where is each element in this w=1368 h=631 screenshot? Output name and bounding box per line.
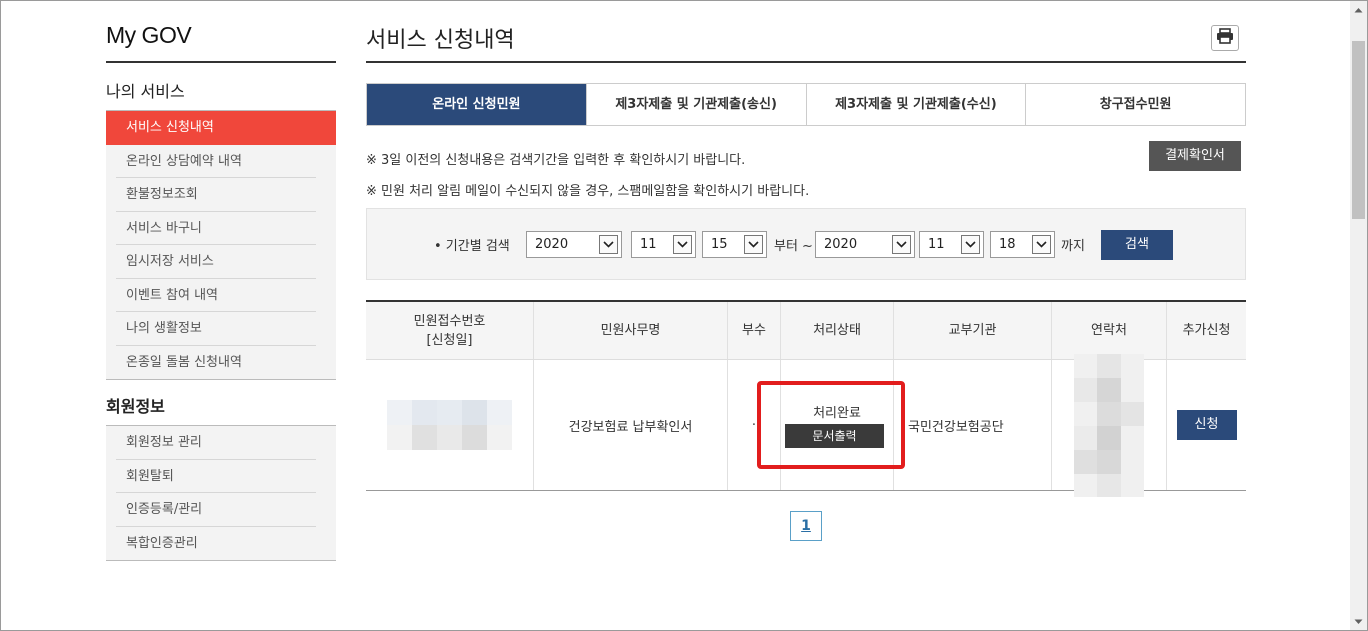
sidebar-item-event-history[interactable]: 이벤트 참여 내역 — [106, 279, 336, 313]
to-label: 까지 — [1061, 239, 1085, 254]
col-header-service-name: 민원사무명 — [533, 302, 727, 359]
from-day-value: 15 — [711, 237, 728, 252]
sidebar-item-cert-register[interactable]: 인증등록/관리 — [106, 493, 336, 527]
cell-agency: 국민건강보험공단 — [893, 360, 1051, 490]
print-button[interactable] — [1211, 25, 1239, 51]
sidebar-item-multi-auth[interactable]: 복합인증관리 — [106, 527, 336, 561]
tab-bar: 온라인 신청민원 제3자제출 및 기관제출(송신) 제3자제출 및 기관제출(수… — [366, 83, 1246, 126]
from-month-select[interactable]: 11 — [631, 231, 696, 258]
scroll-up-icon[interactable] — [1350, 1, 1367, 18]
col-header-status: 처리상태 — [780, 302, 893, 359]
sidebar-item-consult-reservation[interactable]: 온라인 상담예약 내역 — [106, 145, 336, 179]
cell-additional: 신청 — [1166, 360, 1246, 490]
sidebar-item-temp-saved[interactable]: 임시저장 서비스 — [106, 245, 336, 279]
to-year-select[interactable]: 2020 — [815, 231, 915, 258]
notice-spam: ※ 민원 처리 알림 메일이 수신되지 않을 경우, 스팸메일함을 확인하시기 … — [366, 184, 810, 199]
sidebar-item-member-manage[interactable]: 회원정보 관리 — [106, 426, 336, 460]
scroll-down-icon[interactable] — [1350, 613, 1367, 630]
col-header-copies: 부수 — [727, 302, 780, 359]
member-info-menu: 회원정보 관리 회원탈퇴 인증등록/관리 복합인증관리 — [106, 425, 336, 561]
to-year-value: 2020 — [824, 237, 858, 252]
sidebar-item-service-basket[interactable]: 서비스 바구니 — [106, 212, 336, 246]
tab-online-petition[interactable]: 온라인 신청민원 — [367, 84, 586, 125]
col-header-receipt-no-label: 민원접수번호 — [413, 313, 486, 329]
notice-period: ※ 3일 이전의 신청내용은 검색기간을 입력한 후 확인하시기 바랍니다. — [366, 153, 746, 168]
vertical-scrollbar[interactable] — [1350, 1, 1367, 630]
table-header: 민원접수번호 [신청일] 민원사무명 부수 처리상태 교부기관 연락처 추가신청 — [366, 302, 1246, 360]
sidebar-item-life-info[interactable]: 나의 생활정보 — [106, 312, 336, 346]
tab-counter-petition[interactable]: 창구접수민원 — [1025, 84, 1245, 125]
page-title: 서비스 신청내역 — [366, 28, 515, 53]
cell-contact — [1051, 353, 1166, 497]
from-label: 부터 ~ — [774, 239, 813, 254]
to-month-select[interactable]: 11 — [919, 231, 984, 258]
sidebar-item-refund-info[interactable]: 환불정보조회 — [106, 178, 336, 212]
sidebar-item-allday-care[interactable]: 온종일 돌봄 신청내역 — [106, 346, 336, 380]
payment-receipt-button[interactable]: 결제확인서 — [1149, 141, 1241, 171]
from-year-select[interactable]: 2020 — [526, 231, 622, 258]
chevron-down-icon — [673, 235, 692, 254]
brand-divider — [106, 61, 336, 63]
title-divider — [366, 61, 1246, 63]
pagination-page-1[interactable]: 1 — [790, 511, 822, 541]
chevron-down-icon — [1032, 235, 1051, 254]
brand-title: My GOV — [106, 22, 192, 48]
apply-button[interactable]: 신청 — [1176, 410, 1237, 440]
col-header-receipt-no: 민원접수번호 [신청일] — [366, 302, 533, 359]
period-search-box: • 기간별 검색 2020 11 15 부터 ~ 2020 11 18 까지 검… — [366, 208, 1246, 280]
cell-receipt-no — [366, 360, 533, 490]
to-day-select[interactable]: 18 — [990, 231, 1055, 258]
search-button[interactable]: 검색 — [1101, 230, 1173, 260]
to-month-value: 11 — [928, 237, 945, 252]
from-month-value: 11 — [640, 237, 657, 252]
col-header-contact: 연락처 — [1051, 302, 1166, 359]
tab-third-party-received[interactable]: 제3자제출 및 기관제출(수신) — [805, 84, 1026, 125]
my-services-menu: 서비스 신청내역 온라인 상담예약 내역 환불정보조회 서비스 바구니 임시저장… — [106, 110, 336, 380]
printer-icon — [1216, 28, 1234, 48]
chevron-down-icon — [744, 235, 763, 254]
col-header-apply-date-label: [신청일] — [426, 332, 473, 348]
sidebar-item-withdraw[interactable]: 회원탈퇴 — [106, 460, 336, 494]
tab-third-party-sent[interactable]: 제3자제출 및 기관제출(송신) — [585, 84, 806, 125]
redacted-receipt-number — [387, 400, 512, 450]
from-year-value: 2020 — [535, 237, 569, 252]
highlight-box — [757, 381, 905, 469]
period-search-label: • 기간별 검색 — [434, 239, 510, 254]
col-header-agency: 교부기관 — [893, 302, 1051, 359]
col-header-additional: 추가신청 — [1166, 302, 1246, 359]
chevron-down-icon — [892, 235, 911, 254]
cell-service-name: 건강보험료 납부확인서 — [533, 360, 727, 490]
section-title-member-info: 회원정보 — [106, 397, 165, 416]
redacted-contact — [1074, 353, 1144, 497]
chevron-down-icon — [599, 235, 618, 254]
chevron-down-icon — [961, 235, 980, 254]
to-day-value: 18 — [999, 237, 1016, 252]
scroll-thumb[interactable] — [1352, 41, 1365, 219]
from-day-select[interactable]: 15 — [702, 231, 767, 258]
sidebar-item-service-history[interactable]: 서비스 신청내역 — [106, 111, 336, 145]
section-title-my-services: 나의 서비스 — [106, 82, 185, 101]
